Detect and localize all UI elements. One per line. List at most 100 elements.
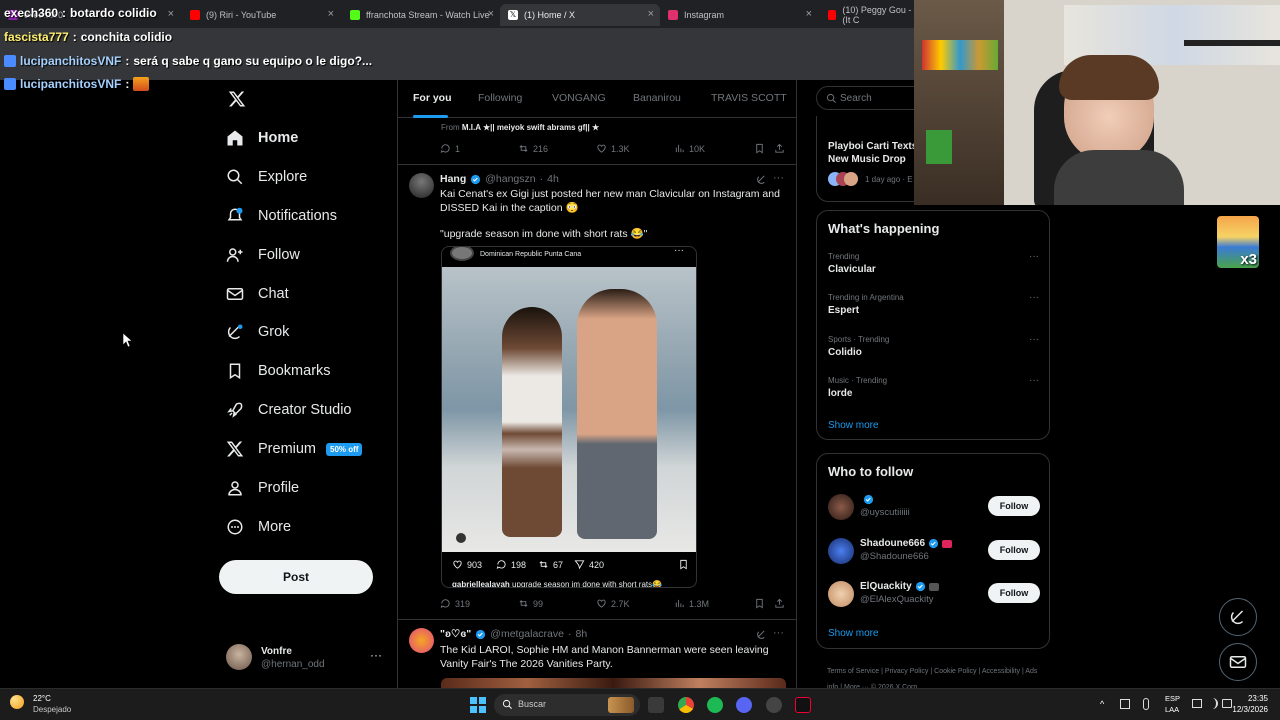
send-icon — [574, 560, 585, 570]
tab-bananirou[interactable]: Bananirou — [633, 92, 681, 104]
more-dots-icon[interactable]: ··· — [773, 627, 784, 639]
footer-link[interactable]: Terms of Service — [827, 668, 879, 675]
like-button[interactable]: 1.3K — [596, 143, 630, 154]
nav-profile[interactable]: Profile — [226, 474, 299, 502]
show-more-link[interactable]: Show more — [828, 420, 879, 431]
more-dots-icon[interactable]: ··· — [370, 648, 382, 662]
nav-explore[interactable]: Explore — [226, 163, 307, 191]
more-dots-icon[interactable]: ··· — [674, 247, 684, 256]
mail-icon — [226, 288, 244, 300]
avatar — [226, 644, 252, 670]
footer-link[interactable]: Privacy Policy — [885, 668, 929, 675]
more-dots-icon[interactable]: ··· — [1029, 375, 1039, 386]
volume-icon[interactable] — [1208, 698, 1218, 709]
tab-for-you[interactable]: For you — [413, 92, 452, 104]
views-button[interactable]: 10K — [674, 143, 705, 154]
search-input[interactable]: Search — [816, 86, 926, 110]
task-view-icon[interactable] — [648, 697, 664, 713]
nav-follow[interactable]: Follow — [226, 241, 300, 269]
verified-icon — [915, 581, 925, 592]
nav-bookmarks[interactable]: Bookmarks — [226, 357, 331, 385]
reply-button[interactable]: 319 — [440, 598, 470, 609]
user-tag-icon[interactable] — [456, 533, 466, 543]
nav-chat[interactable]: Chat — [226, 280, 289, 308]
tab-following[interactable]: Following — [478, 92, 522, 104]
more-dots-icon[interactable]: ··· — [1029, 251, 1039, 262]
share-icon[interactable] — [774, 143, 785, 154]
microphone-icon[interactable] — [1143, 698, 1149, 710]
follow-button[interactable]: Follow — [988, 540, 1040, 560]
chrome-icon[interactable] — [678, 697, 694, 713]
share-icon[interactable] — [774, 598, 785, 609]
suggested-account[interactable]: ElQuackity @ElAlexQuackity Follow — [828, 579, 1040, 609]
windows-start-icon[interactable] — [470, 697, 486, 713]
reply-button[interactable]: 1 — [440, 143, 460, 154]
embedded-instagram-post[interactable]: Dominican Republic Punta Cana ··· 903 19… — [441, 246, 697, 588]
tweet-text: Kai Cenat's ex Gigi just posted her new … — [440, 188, 780, 214]
comment-button[interactable]: 198 — [496, 559, 526, 570]
nav-notifications[interactable]: Notifications — [226, 202, 337, 230]
grok-icon[interactable] — [756, 629, 767, 640]
network-icon[interactable] — [1120, 699, 1130, 709]
suggested-account[interactable]: @uyscutiiiiii Follow — [828, 492, 1040, 522]
webcam-shirt — [1054, 150, 1184, 205]
taskbar-search[interactable]: Buscar — [494, 694, 640, 716]
tab-travis-scott[interactable]: TRAVIS SCOTT — [711, 92, 787, 104]
discord-icon[interactable] — [736, 697, 752, 713]
account-switcher[interactable]: Vonfre @hernan_odd ··· — [226, 642, 396, 674]
tweet-media[interactable] — [441, 678, 786, 688]
bookmark-icon[interactable] — [678, 559, 689, 570]
obs-icon[interactable] — [766, 697, 782, 713]
instagram-actions: 903 198 67 420 — [452, 559, 692, 573]
person-figure — [502, 307, 562, 537]
browser-tab[interactable]: Instagram × — [660, 4, 818, 26]
footer-link[interactable]: Accessibility — [982, 668, 1020, 675]
avatar[interactable] — [409, 628, 434, 653]
display-icon[interactable] — [1192, 699, 1202, 708]
like-button[interactable]: 903 — [452, 559, 482, 570]
views-button[interactable]: 1.3M — [674, 598, 709, 609]
grok-icon[interactable] — [756, 174, 767, 185]
more-dots-icon[interactable]: ··· — [1029, 334, 1039, 345]
nav-grok[interactable]: Grok — [226, 318, 289, 346]
weather-moon-icon[interactable] — [10, 695, 24, 709]
kick-icon — [350, 10, 360, 20]
whats-happening-panel: What's happening Trending Clavicular ···… — [816, 210, 1050, 440]
close-icon[interactable]: × — [168, 8, 174, 20]
close-icon[interactable]: × — [328, 8, 334, 20]
repost-button[interactable]: 99 — [518, 598, 543, 609]
repost-button[interactable]: 67 — [538, 559, 563, 570]
bookmark-icon[interactable] — [754, 143, 765, 154]
browser-tab-active[interactable]: 𝕏 (1) Home / X × — [500, 4, 660, 26]
grok-float-button[interactable] — [1219, 598, 1257, 636]
tab-vongang[interactable]: VONGANG — [552, 92, 606, 104]
chevron-up-icon[interactable]: ^ — [1100, 699, 1104, 709]
repost-button[interactable]: 216 — [518, 143, 548, 154]
browser-tab[interactable]: ffranchota Stream - Watch Live × — [342, 4, 500, 26]
share-button[interactable]: 420 — [574, 559, 604, 570]
follow-button[interactable]: Follow — [988, 583, 1040, 603]
post-button[interactable]: Post — [219, 560, 373, 594]
show-more-link[interactable]: Show more — [828, 628, 879, 639]
browser-tab[interactable]: (9) Riri - YouTube × — [182, 4, 340, 26]
follow-button[interactable]: Follow — [988, 496, 1040, 516]
avatar[interactable] — [409, 173, 434, 198]
nav-more[interactable]: More — [226, 513, 291, 541]
nav-premium[interactable]: Premium 50% off — [226, 435, 363, 463]
spotify-icon[interactable] — [707, 697, 723, 713]
browser-tab[interactable]: (10) Peggy Gou - (It C — [820, 4, 916, 26]
x-logo-icon[interactable] — [228, 90, 246, 108]
messages-float-button[interactable] — [1219, 643, 1257, 681]
tiktok-icon[interactable] — [795, 697, 811, 713]
more-dots-icon[interactable]: ··· — [1029, 292, 1039, 303]
suggested-account[interactable]: Shadoune666 @Shadoune666 Follow — [828, 536, 1040, 566]
bookmark-icon[interactable] — [754, 598, 765, 609]
like-button[interactable]: 2.7K — [596, 598, 630, 609]
nav-home[interactable]: Home — [226, 124, 298, 152]
footer-link[interactable]: Cookie Policy — [934, 668, 976, 675]
more-dots-icon[interactable]: ··· — [773, 172, 784, 184]
close-icon[interactable]: × — [488, 8, 494, 20]
close-icon[interactable]: × — [806, 8, 812, 20]
nav-creator-studio[interactable]: Creator Studio — [226, 396, 352, 424]
close-icon[interactable]: × — [648, 8, 654, 20]
